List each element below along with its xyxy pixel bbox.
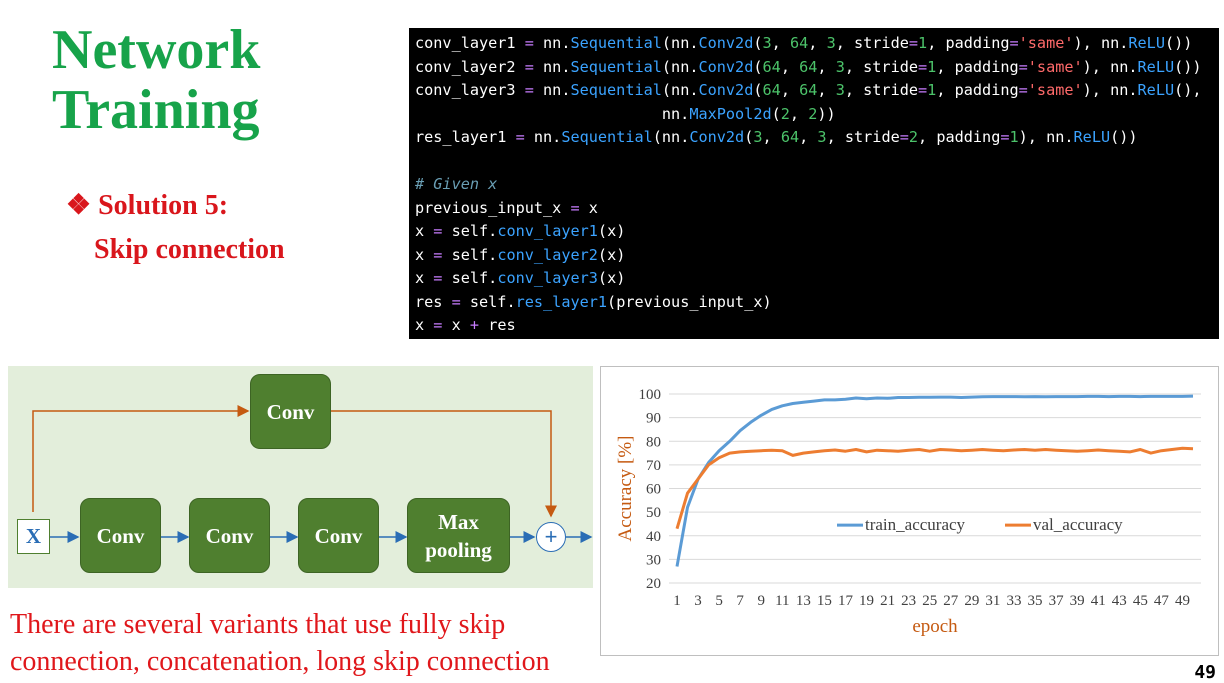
x-tick-label: 49 [1175,593,1190,609]
y-tick-label: 60 [646,482,661,498]
code-line: res_layer1 = nn.Sequential(nn.Conv2d(3, … [415,128,1138,146]
x-tick-label: 45 [1133,593,1148,609]
x-tick-label: 21 [880,593,895,609]
pool-label-1: Max [438,509,479,534]
code-line: conv_layer2 = nn.Sequential(nn.Conv2d(64… [415,57,1202,76]
x-tick-label: 25 [922,593,937,609]
solution-subtitle: Skip connection [94,234,285,265]
skip-connection-diagram: X Conv Conv Conv Conv Max pooling + [8,366,593,588]
solution-heading: ❖ Solution 5: Skip connection [66,184,285,272]
max-pooling-block: Max pooling [407,498,510,573]
code-line: conv_layer3 = nn.Sequential(nn.Conv2d(64… [415,81,1202,99]
title-line-1: Network [52,19,261,81]
accuracy-chart: 20 30 40 50 60 70 80 90 100 1 3 5 7 9 11 13 15 17 19 21 23 25… [600,366,1219,656]
note-line-1: There are several variants that use full… [10,609,506,640]
y-tick-label: 70 [646,458,661,474]
code-line: x = self.conv_layer2(x) [415,245,626,264]
x-tick-label: 41 [1091,593,1106,609]
x-tick-label: 11 [775,593,789,609]
skip-conv-block: Conv [250,374,331,449]
page-number: 49 [1194,662,1216,683]
x-tick-label: 17 [838,593,854,609]
accuracy-chart-svg: 20304050607080901001 3 5 7 9 11 13 15 17 19 21 23 25… [615,387,1201,637]
conv-block-3: Conv [298,498,379,573]
y-tick-label: 20 [646,576,661,592]
code-line: conv_layer1 = nn.Sequential(nn.Conv2d(3,… [415,34,1193,52]
x-tick-label: 29 [964,593,979,609]
series-line-train_accuracy [675,394,1194,567]
variants-note: There are several variants that use full… [10,606,550,680]
code-block: conv_layer1 = nn.Sequential(nn.Conv2d(3,… [409,28,1219,339]
y-tick-label: 40 [646,529,661,545]
code-line: x = self.conv_layer3(x) [415,269,626,287]
x-tick-label: 43 [1112,593,1127,609]
x-tick-label: 23 [901,593,916,609]
y-tick-label: 30 [646,552,661,568]
x-tick-label: 5 [715,593,723,609]
sum-icon: + [536,522,566,552]
x-tick-label: 33 [1006,593,1021,609]
x-tick-label: 35 [1028,593,1043,609]
y-axis-label: Accuracy [%] [615,435,636,541]
code-line: x = x + res [415,316,516,334]
conv-block-2: Conv [189,498,270,573]
y-tick-label: 100 [639,387,662,403]
title-line-2: Training [52,79,260,141]
y-tick-label: 50 [646,505,661,521]
legend-label-train_accuracy: train_accuracy [865,515,966,534]
code-line: previous_input_x = x [415,198,598,217]
x-tick-label: 39 [1070,593,1085,609]
code-line: x = self.conv_layer1(x) [415,222,626,240]
x-tick-label: 1 [673,593,681,609]
x-axis-label: epoch [912,616,958,637]
note-line-2: connection, concatenation, long skip con… [10,646,550,677]
code-line: # Given x [415,175,498,193]
slide-title: Network Training [52,20,260,140]
code-line: nn.MaxPool2d(2, 2)) [415,104,836,123]
y-tick-label: 90 [646,411,661,427]
x-tick-label: 3 [694,593,702,609]
solution-label: Solution 5: [98,190,229,221]
x-tick-label: 7 [736,593,744,609]
diamond-bullet-icon: ❖ [66,190,92,221]
x-tick-label: 27 [943,593,959,609]
x-tick-label: 37 [1049,593,1065,609]
x-tick-label: 47 [1154,593,1170,609]
y-tick-label: 80 [646,434,661,450]
conv-block-1: Conv [80,498,161,573]
x-tick-label: 19 [859,593,874,609]
legend-label-val_accuracy: val_accuracy [1033,515,1123,534]
x-tick-label: 31 [985,593,1000,609]
code-line: res = self.res_layer1(previous_input_x) [415,292,772,311]
x-tick-label: 13 [796,593,811,609]
x-tick-label: 9 [757,593,765,609]
pool-label-2: pooling [425,537,492,562]
x-tick-label: 15 [817,593,832,609]
input-x-node: X [17,519,50,554]
